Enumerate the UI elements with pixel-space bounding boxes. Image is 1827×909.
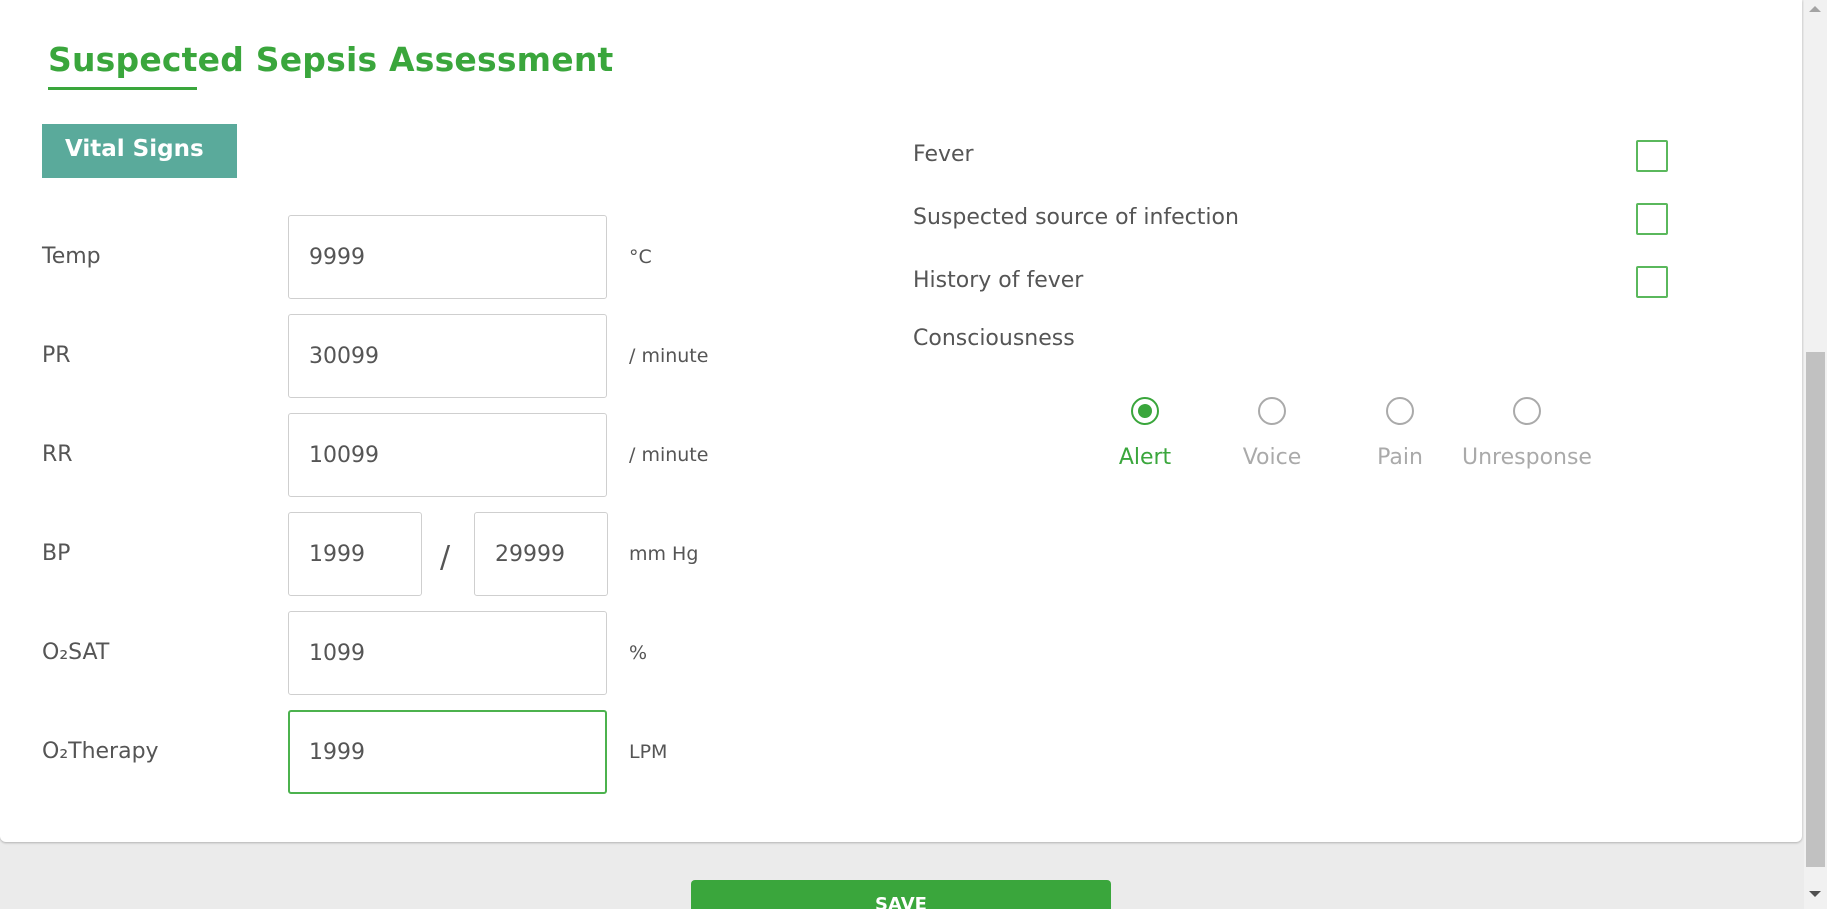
save-button[interactable]: SAVE — [691, 880, 1111, 909]
temp-label: Temp — [42, 244, 101, 269]
radio-label-pain: Pain — [1377, 445, 1423, 470]
o2sat-label: O₂SAT — [42, 640, 110, 665]
o2sat-input[interactable] — [288, 611, 607, 695]
o2sat-unit: % — [629, 642, 648, 664]
bp-separator: / — [440, 540, 451, 575]
consciousness-option-unresponse[interactable]: Unresponse — [1457, 397, 1597, 470]
rr-label: RR — [42, 442, 73, 467]
radio-label-alert: Alert — [1118, 445, 1172, 470]
scroll-down-arrow-icon[interactable] — [1809, 891, 1821, 897]
page: Suspected Sepsis Assessment Vital Signs … — [0, 0, 1827, 909]
rr-unit: / minute — [629, 444, 709, 466]
scroll-up-arrow-icon[interactable] — [1809, 6, 1821, 12]
radio-unselected-icon[interactable] — [1513, 397, 1541, 425]
check-label-suspected-source: Suspected source of infection — [913, 205, 1239, 230]
temp-input[interactable] — [288, 215, 607, 299]
radio-selected-icon[interactable] — [1131, 397, 1159, 425]
consciousness-option-voice[interactable]: Voice — [1202, 397, 1342, 470]
bp-diastolic-input[interactable] — [474, 512, 608, 596]
pr-label: PR — [42, 343, 71, 368]
consciousness-label: Consciousness — [913, 326, 1075, 351]
fever-checkbox[interactable] — [1636, 140, 1668, 172]
rr-input[interactable] — [288, 413, 607, 497]
bp-systolic-input[interactable] — [288, 512, 422, 596]
radio-label-unresponse: Unresponse — [1462, 445, 1592, 470]
page-title: Suspected Sepsis Assessment — [48, 40, 614, 79]
history-of-fever-checkbox[interactable] — [1636, 266, 1668, 298]
o2therapy-unit: LPM — [629, 741, 668, 763]
check-label-history-of-fever: History of fever — [913, 268, 1084, 293]
temp-unit: °C — [629, 246, 652, 268]
pr-unit: / minute — [629, 345, 709, 367]
o2therapy-label: O₂Therapy — [42, 739, 159, 764]
consciousness-option-pain[interactable]: Pain — [1330, 397, 1470, 470]
radio-label-voice: Voice — [1242, 445, 1302, 470]
check-label-fever: Fever — [913, 142, 974, 167]
assessment-card: Suspected Sepsis Assessment Vital Signs … — [0, 0, 1802, 842]
scrollbar-thumb[interactable] — [1806, 352, 1825, 867]
suspected-source-checkbox[interactable] — [1636, 203, 1668, 235]
pr-input[interactable] — [288, 314, 607, 398]
o2therapy-input[interactable] — [288, 710, 607, 794]
bp-label: BP — [42, 541, 71, 566]
radio-unselected-icon[interactable] — [1386, 397, 1414, 425]
bp-unit: mm Hg — [629, 543, 699, 565]
radio-unselected-icon[interactable] — [1258, 397, 1286, 425]
section-tag-vital-signs: Vital Signs — [42, 124, 237, 178]
title-underline — [48, 87, 197, 90]
consciousness-option-alert[interactable]: Alert — [1075, 397, 1215, 470]
